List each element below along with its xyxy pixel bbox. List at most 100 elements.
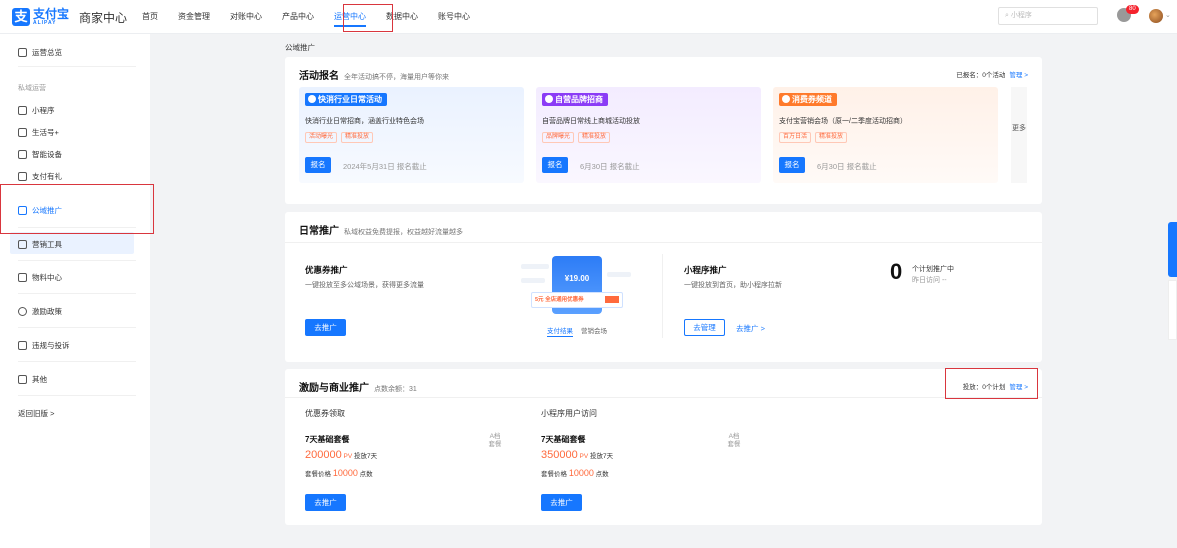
preview-amount: ¥19.00 — [564, 274, 590, 283]
incentive-commercial-card: 激励与商业推广 点数余额：31 投放：0个计划 管理 > 优惠券领取 7天基础套餐 … — [285, 369, 1042, 525]
activity-manage-link[interactable]: 管理 > — [1009, 72, 1028, 79]
alipay-logo-icon: 支 — [12, 8, 30, 26]
floating-side-tab[interactable] — [1168, 222, 1177, 277]
signup-button[interactable]: 报名 — [542, 157, 568, 173]
active-plan-label: 个计划推广中 — [912, 266, 954, 273]
nav-account[interactable]: 账号中心 — [428, 0, 480, 34]
nav-products[interactable]: 产品中心 — [272, 0, 324, 34]
coupon-preview: 5元 全店通用优惠券 — [531, 292, 623, 308]
nav-reconciliation[interactable]: 对账中心 — [220, 0, 272, 34]
info-icon — [308, 95, 316, 103]
sidebar-group-private: 私域运营 — [18, 85, 46, 92]
activity-desc: 自营品牌日常线上商城活动投放 — [542, 118, 640, 125]
activity-card-coupon-channel[interactable]: 消费券频道 支付宝营销会场（原一/二季度活动招商） 百万日活 精准投放 报名 6月… — [773, 87, 998, 183]
daily-subtitle: 私域权益免费提报，权益越好流量越多 — [344, 229, 463, 236]
tools-icon — [18, 240, 27, 249]
tab-marketing-venue[interactable]: 营销会场 — [581, 325, 607, 337]
yesterday-visits: 昨日访问 -- — [912, 277, 947, 284]
activity-deadline: 2024年5月31日 报名截止 — [343, 162, 427, 171]
package-promote-button[interactable]: 去推广 — [541, 494, 582, 511]
signup-button[interactable]: 报名 — [305, 157, 331, 173]
sidebar-item-marketing-tools[interactable]: 营销工具 — [18, 239, 62, 250]
package-column-head: 优惠券领取 — [305, 409, 345, 418]
activity-card-fmcg[interactable]: 快消行业日常活动 快消行业日常招商，涵盖行业特色会场 活动曝光 精准投放 报名 2… — [299, 87, 524, 183]
incentive-icon — [18, 307, 27, 316]
materials-icon — [18, 273, 27, 282]
activity-chip: 精准投放 — [815, 132, 848, 143]
points-balance: 点数余额：31 — [374, 386, 417, 393]
tab-payment-result[interactable]: 支付结果 — [547, 325, 573, 337]
activity-tag: 快消行业日常活动 — [318, 95, 382, 104]
preview-tabs: 支付结果 营销会场 — [547, 325, 615, 337]
activity-tag: 消费券频道 — [792, 95, 832, 104]
avatar[interactable] — [1149, 9, 1163, 23]
back-to-old-version-link[interactable]: 返回旧版 > — [18, 408, 54, 419]
search-icon: ⌕ — [1005, 12, 1009, 19]
device-icon — [18, 150, 27, 159]
coupon-icon — [782, 95, 790, 103]
life-account-icon — [18, 128, 27, 137]
sidebar-item-smart-device[interactable]: 智能设备 — [18, 149, 62, 160]
package-tier: A档 套餐 — [488, 433, 502, 448]
complaint-icon — [18, 341, 27, 350]
pv-unit: PV — [343, 453, 353, 460]
activity-chip: 精准投放 — [341, 132, 374, 143]
sidebar-item-payment-gift[interactable]: 支付有礼 — [18, 171, 62, 182]
activity-deadline: 6月30日 报名截止 — [817, 162, 877, 171]
sidebar-item-lifeaccount[interactable]: 生活号+ — [18, 127, 59, 138]
package-duration: 投放7天 — [590, 453, 614, 460]
highlight-box — [343, 4, 393, 32]
top-navigation-bar: 支 支付宝 ALIPAY 商家中心 首页 资金管理 对账中心 产品中心 运营中心 … — [0, 0, 1177, 34]
overview-icon — [18, 48, 27, 57]
activity-chip: 精准投放 — [578, 132, 611, 143]
price-unit: 点数 — [359, 471, 373, 478]
activity-chip: 活动曝光 — [305, 132, 338, 143]
coupon-promote-button[interactable]: 去推广 — [305, 319, 346, 336]
miniapp-promo-desc: 一键投放到首页，助小程序拉新 — [684, 282, 782, 289]
miniapp-promote-link[interactable]: 去推广 > — [736, 323, 765, 334]
top-nav: 首页 资金管理 对账中心 产品中心 运营中心 数据中心 账号中心 — [132, 0, 480, 34]
activity-desc: 支付宝营销会场（原一/二季度活动招商） — [779, 118, 907, 125]
more-activities-button[interactable]: 更多 — [1011, 87, 1027, 183]
activity-title: 活动报名 — [299, 71, 339, 82]
sidebar-item-materials[interactable]: 物料中心 — [18, 272, 62, 283]
package-promote-button[interactable]: 去推广 — [305, 494, 346, 511]
highlight-box — [0, 184, 154, 234]
nav-home[interactable]: 首页 — [132, 0, 168, 34]
miniapp-icon — [18, 106, 27, 115]
activity-deadline: 6月30日 报名截止 — [580, 162, 640, 171]
nav-funds[interactable]: 资金管理 — [168, 0, 220, 34]
miniapp-manage-button[interactable]: 去管理 — [684, 319, 725, 336]
package-price: 10000 — [568, 468, 594, 478]
miniapp-promo-title: 小程序推广 — [684, 265, 727, 275]
package-price: 10000 — [332, 468, 358, 478]
activity-desc: 快消行业日常招商，涵盖行业特色会场 — [305, 118, 424, 125]
pv-unit: PV — [579, 453, 589, 460]
price-label: 套餐价格 — [305, 471, 331, 478]
signup-button[interactable]: 报名 — [779, 157, 805, 173]
sidebar-item-overview[interactable]: 运营总览 — [18, 47, 62, 58]
sidebar-item-violations[interactable]: 违规与投诉 — [18, 340, 70, 351]
brand-icon — [545, 95, 553, 103]
activity-chip: 百万日活 — [779, 132, 812, 143]
notification-badge: 80 — [1126, 5, 1139, 14]
highlight-box — [945, 368, 1038, 399]
sidebar: 运营总览 私域运营 小程序 生活号+ 智能设备 支付有礼 公域推广 营销工具 物… — [0, 34, 150, 548]
logo-text: 支付宝 — [33, 7, 70, 21]
package-pv: 350000 — [541, 449, 578, 461]
sidebar-item-incentive[interactable]: 激励政策 — [18, 306, 62, 317]
floating-side-panel[interactable] — [1168, 280, 1177, 340]
package-tier: A档 套餐 — [727, 433, 741, 448]
price-label: 套餐价格 — [541, 471, 567, 478]
chevron-down-icon[interactable]: ⌄ — [1165, 11, 1171, 19]
package-column-head: 小程序用户访问 — [541, 409, 597, 418]
search-input[interactable]: ⌕ 小程序 — [998, 7, 1098, 25]
activity-card-brand[interactable]: 自营品牌招商 自营品牌日常线上商城活动投放 品牌曝光 精准投放 报名 6月30日 … — [536, 87, 761, 183]
daily-title: 日常推广 — [299, 226, 339, 237]
daily-promotion-card: 日常推广 私域权益免费提报，权益越好流量越多 优惠券推广 一键投放至多公域场景，获… — [285, 212, 1042, 362]
alipay-logo[interactable]: 支 支付宝 ALIPAY 商家中心 — [12, 8, 127, 26]
sidebar-item-other[interactable]: 其他 — [18, 374, 47, 385]
activity-signup-card: 活动报名 全年活动搞不停，海量用户等你来 已报名：0个活动 管理 > 快消行业日常活… — [285, 57, 1042, 204]
breadcrumb: 公域推广 — [285, 43, 315, 52]
sidebar-item-miniapp[interactable]: 小程序 — [18, 105, 55, 116]
